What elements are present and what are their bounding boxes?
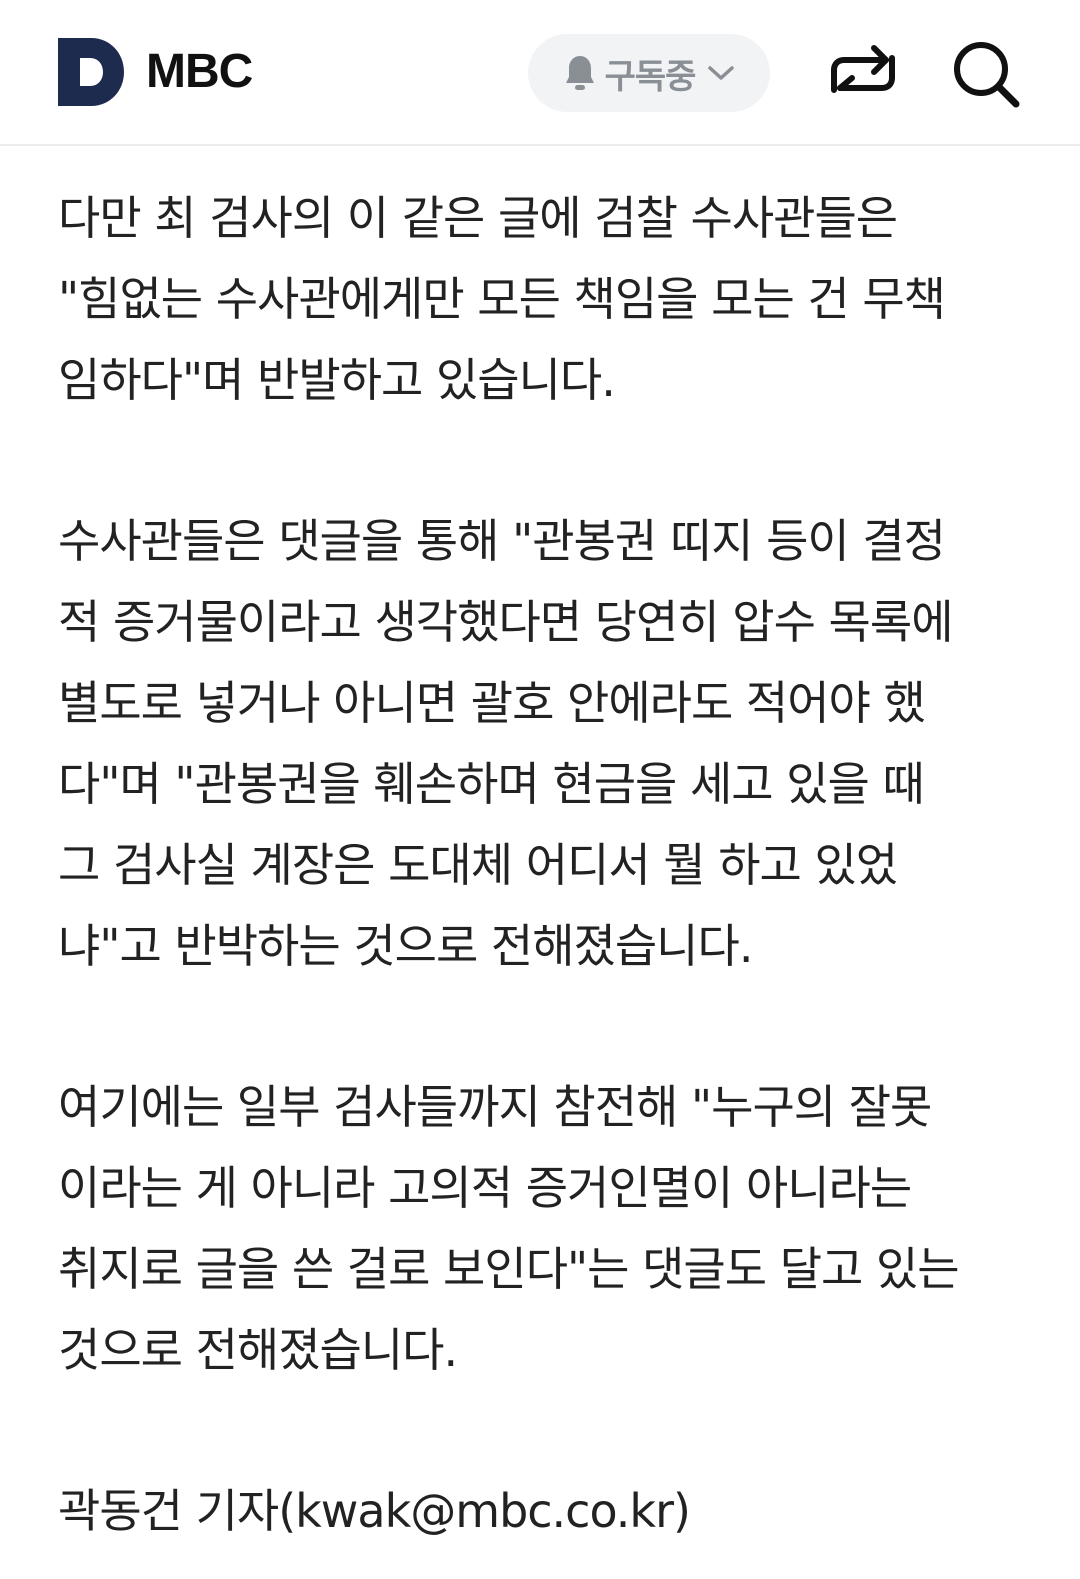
text-line: 취지로 글을 쓴 걸로 보인다"는 댓글도 달고 있는 xyxy=(58,1242,960,1296)
subscribe-label: 구독중 xyxy=(604,56,697,97)
search-icon[interactable] xyxy=(950,38,1022,110)
subscribe-button[interactable]: 구독중 xyxy=(528,34,770,112)
text-line: "힘없는 수사관에게만 모든 책임을 모는 건 무책 xyxy=(58,272,946,326)
article-paragraph-2: 수사관들은 댓글을 통해 "관봉권 띠지 등이 결정 적 증거물이라고 생각했다… xyxy=(58,501,1038,987)
article-paragraph-3: 여기에는 일부 검사들까지 참전해 "누구의 잘못 이라는 게 아니라 고의적 … xyxy=(58,1067,1038,1391)
text-line: 냐"고 반박하는 것으로 전해졌습니다. xyxy=(58,919,753,973)
text-line: 것으로 전해졌습니다. xyxy=(58,1323,458,1377)
text-line: 그 검사실 계장은 도대체 어디서 뭘 하고 있었 xyxy=(58,838,898,892)
chevron-down-icon xyxy=(708,66,735,80)
daum-d-logo-icon[interactable] xyxy=(58,38,124,106)
reporter-byline: 곽동건 기자(kwak@mbc.co.kr) xyxy=(58,1484,691,1538)
article-paragraph-1: 다만 최 검사의 이 같은 글에 검찰 수사관들은 "힘없는 수사관에게만 모든… xyxy=(58,178,1038,421)
top-header: MBC 구독중 xyxy=(0,0,1080,146)
text-line: 다"며 "관봉권을 훼손하며 현금을 세고 있을 때 xyxy=(58,757,925,811)
text-line: 별도로 넣거나 아니면 괄호 안에라도 적어야 했 xyxy=(58,676,926,730)
bell-icon xyxy=(565,56,594,90)
text-line: 수사관들은 댓글을 통해 "관봉권 띠지 등이 결정 xyxy=(58,514,946,568)
article-body: 다만 최 검사의 이 같은 글에 검찰 수사관들은 "힘없는 수사관에게만 모든… xyxy=(58,178,1038,1552)
text-line: 이라는 게 아니라 고의적 증거인멸이 아니라는 xyxy=(58,1161,912,1215)
text-line: 적 증거물이라고 생각했다면 당연히 압수 목록에 xyxy=(58,595,954,649)
text-line: 다만 최 검사의 이 같은 글에 검찰 수사관들은 xyxy=(58,191,898,245)
press-name[interactable]: MBC xyxy=(146,44,253,100)
text-line: 여기에는 일부 검사들까지 참전해 "누구의 잘못 xyxy=(58,1080,932,1134)
share-icon[interactable] xyxy=(828,40,898,106)
text-line: 임하다"며 반발하고 있습니다. xyxy=(58,353,616,407)
